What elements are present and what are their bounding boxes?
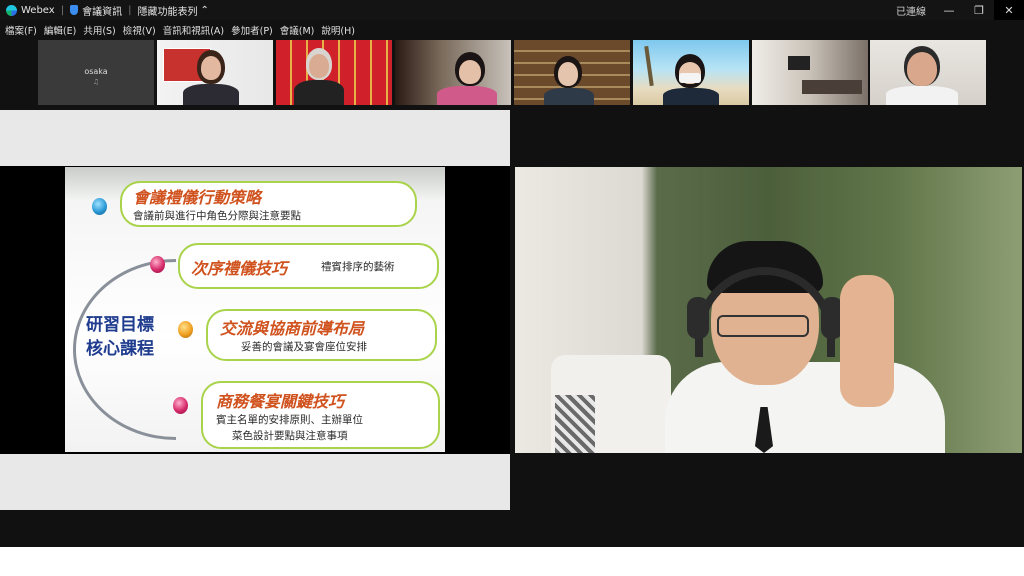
menu-help[interactable]: 說明(H) <box>321 23 355 37</box>
bullet-gem-icon <box>92 198 107 215</box>
person-body <box>663 88 719 105</box>
slide-item-subtitle-line-2: 菜色設計要點與注意事項 <box>232 430 348 442</box>
glasses-icon <box>717 315 809 337</box>
core-title-line-2: 核心課程 <box>86 339 154 359</box>
participant-tile[interactable] <box>395 40 511 105</box>
bullet-gem-icon <box>150 256 165 273</box>
person-body <box>294 80 344 105</box>
participant-tile[interactable] <box>752 40 868 105</box>
person-body <box>544 88 594 105</box>
face-mask <box>679 73 701 83</box>
menu-audio-video[interactable]: 音訊和視訊(A) <box>163 23 224 37</box>
meeting-info-button[interactable]: 會議資訊 <box>82 3 122 18</box>
face-image <box>907 52 937 86</box>
connection-status: 已連線 <box>896 6 926 18</box>
slide-core-title: 研習目標 核心課程 <box>65 313 175 361</box>
slide-item-title: 會議禮儀行動策略 <box>133 188 262 207</box>
person-body <box>886 86 958 105</box>
presentation-slide: 研習目標 核心課程 會議禮儀行動策略 會議前與進行中角色分際與注意要點 次序禮儀… <box>65 167 445 452</box>
person-body <box>437 86 497 105</box>
share-bottom-band <box>0 454 510 510</box>
minimize-icon[interactable]: — <box>934 0 964 20</box>
participant-tile[interactable] <box>276 40 392 105</box>
divider: | <box>60 4 65 16</box>
slide-item-title: 商務餐宴關鍵技巧 <box>216 392 345 411</box>
participant-tile[interactable] <box>157 40 273 105</box>
shield-icon <box>70 5 79 15</box>
webex-logo-icon <box>6 4 17 16</box>
palm-tree <box>644 45 654 87</box>
chevron-up-icon[interactable]: ⌃ <box>200 5 208 16</box>
tv-image <box>788 56 810 70</box>
face-image <box>309 54 329 78</box>
close-icon[interactable]: ✕ <box>994 0 1024 20</box>
blanket-image <box>555 395 595 453</box>
slide-item-subtitle: 會議前與進行中角色分際與注意要點 <box>133 210 301 222</box>
bullet-gem-icon <box>173 397 188 414</box>
slide-item-subtitle: 禮賓排序的藝術 <box>321 261 395 273</box>
participant-name: osaka <box>84 67 108 76</box>
menu-file[interactable]: 檔案(F) <box>5 23 37 37</box>
mic-muted-icon: ♫ <box>92 78 100 86</box>
menu-bar: 檔案(F) 編輯(E) 共用(S) 檢視(V) 音訊和視訊(A) 參加者(P) … <box>0 21 357 39</box>
participant-tile[interactable] <box>633 40 749 105</box>
slide-item-title: 交流與協商前導布局 <box>220 319 365 338</box>
core-title-line-1: 研習目標 <box>86 315 154 335</box>
hand-peace-sign <box>840 275 894 407</box>
speaker-shirt <box>665 362 945 453</box>
menu-edit[interactable]: 編輯(E) <box>44 23 76 37</box>
active-speaker-video[interactable] <box>515 167 1022 453</box>
slide-item-subtitle: 賓主名單的安排原則、主辦單位 <box>216 414 363 426</box>
participant-tile[interactable] <box>870 40 986 105</box>
share-top-band <box>0 110 510 166</box>
face-image <box>459 60 481 84</box>
participant-tile[interactable]: osaka ♫ <box>38 40 154 105</box>
menu-share[interactable]: 共用(S) <box>83 23 115 37</box>
divider: | <box>128 4 132 16</box>
slide-item-title: 次序禮儀技巧 <box>191 259 288 278</box>
face-image <box>558 62 578 86</box>
participant-tile[interactable] <box>514 40 630 105</box>
bottom-control-bar <box>0 547 1024 576</box>
face-image <box>201 56 221 80</box>
app-name: Webex <box>21 4 55 16</box>
menu-meeting[interactable]: 會議(M) <box>280 23 315 37</box>
hide-menu-button[interactable]: 隱藏功能表列 <box>137 3 197 18</box>
person-body <box>183 84 239 105</box>
bullet-gem-icon <box>178 321 193 338</box>
menu-view[interactable]: 檢視(V) <box>123 23 156 37</box>
slide-item-subtitle: 妥善的會議及宴會座位安排 <box>241 341 367 353</box>
restore-icon[interactable]: ❐ <box>964 0 994 20</box>
title-bar: Webex | 會議資訊 | 隱藏功能表列 ⌃ 已連線 — ❐ ✕ <box>0 0 1024 20</box>
menu-participants[interactable]: 參加者(P) <box>231 23 273 37</box>
sofa-image <box>802 80 862 94</box>
headset-ear-left <box>687 297 709 339</box>
